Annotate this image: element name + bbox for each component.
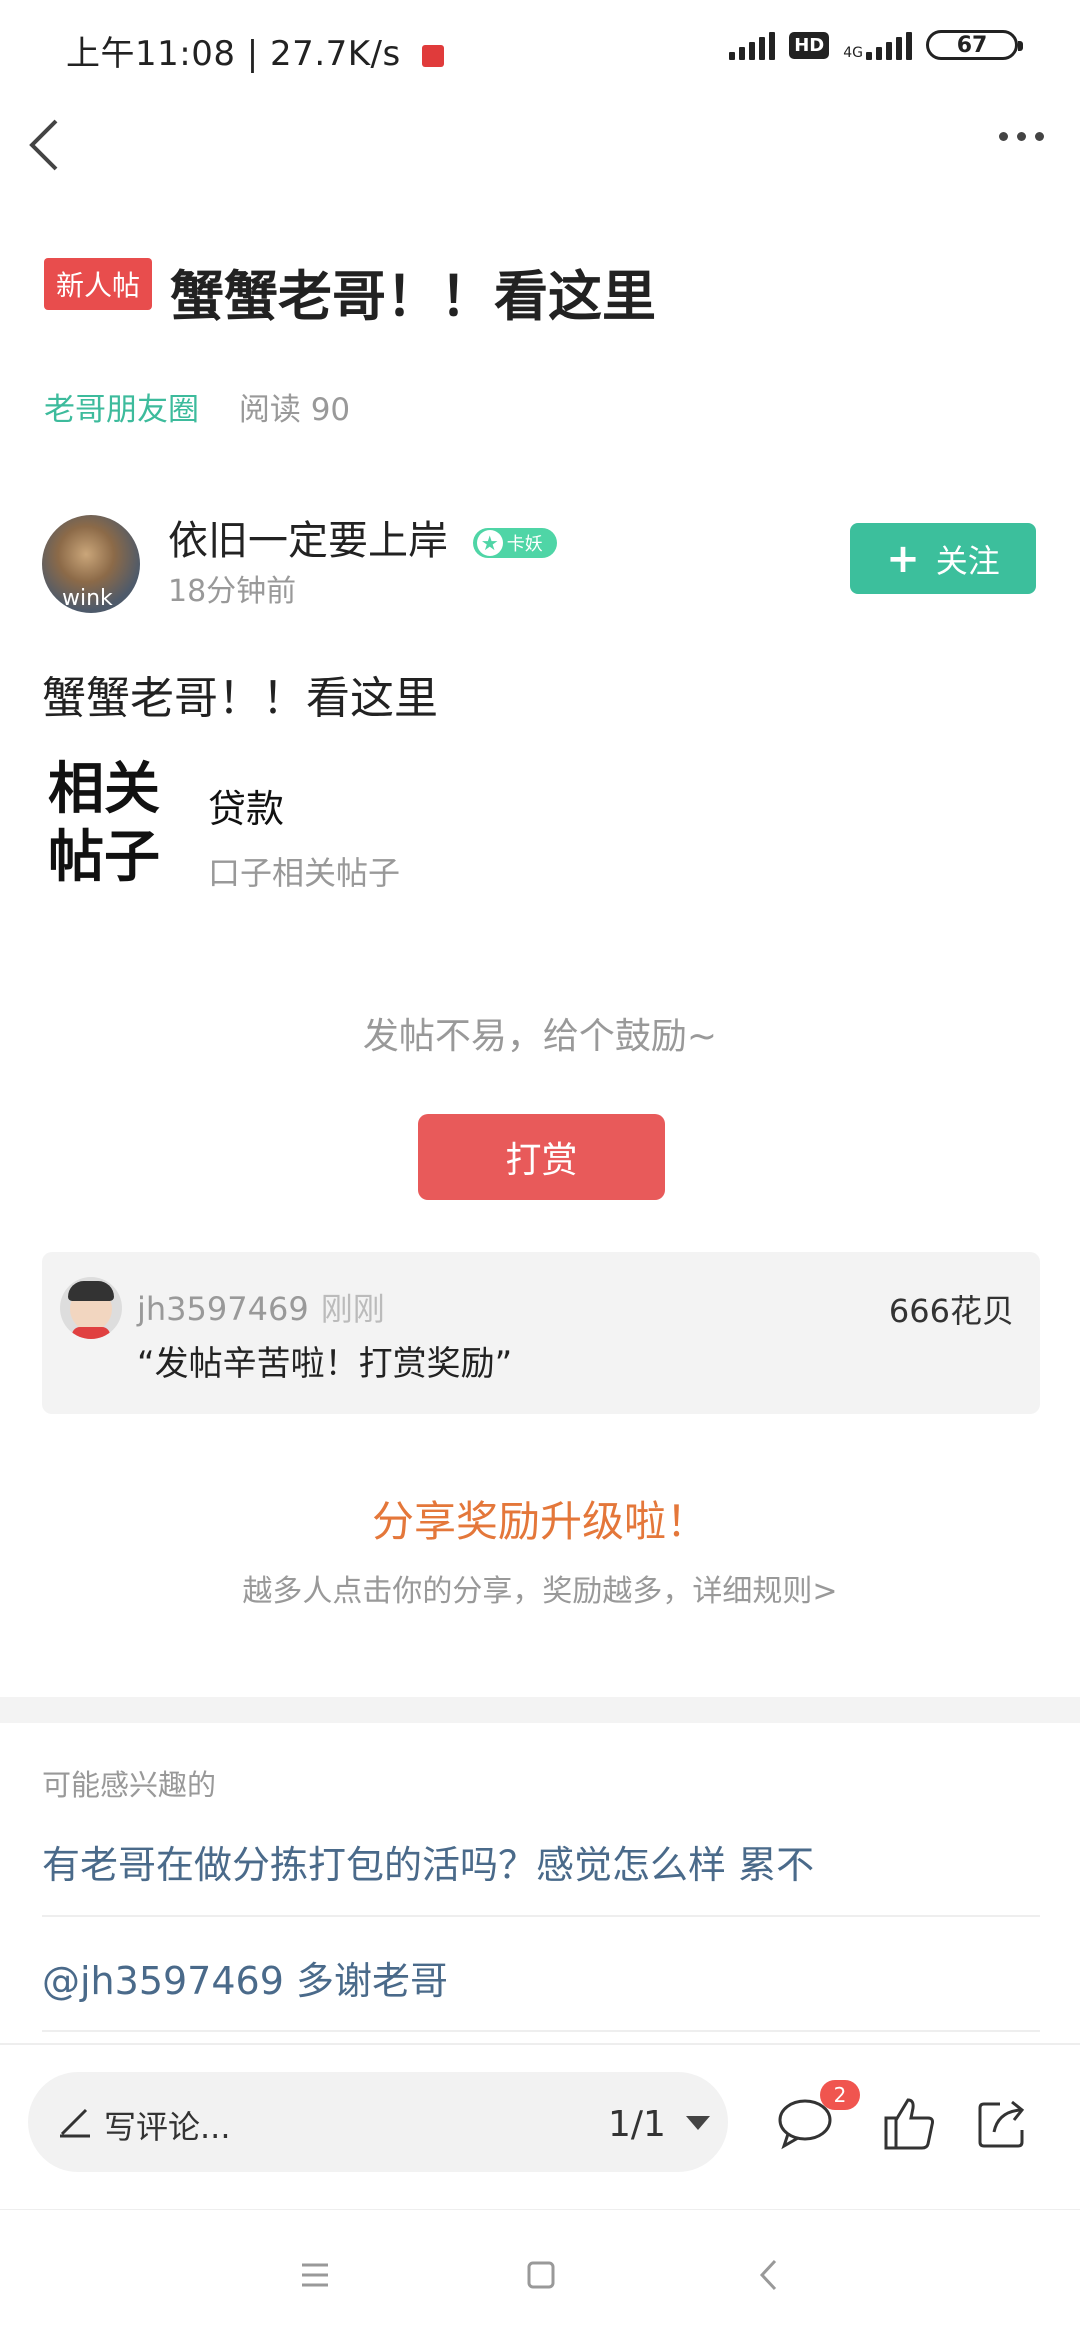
post-title: 蟹蟹老哥！！看这里 xyxy=(170,265,656,328)
menu-icon[interactable] xyxy=(300,2262,330,2288)
related-posts-logo: 相关 帖子 xyxy=(48,755,160,891)
post-time: 18分钟前 xyxy=(168,574,297,609)
back-nav-icon[interactable] xyxy=(758,2258,778,2292)
follow-button[interactable]: + 关注 xyxy=(850,523,1036,594)
signal-4g-icon: 4G xyxy=(843,30,912,60)
level-text: 卡妖 xyxy=(506,534,543,555)
reward-time: 刚刚 xyxy=(320,1290,385,1328)
reward-prompt: 发帖不易，给个鼓励~ xyxy=(362,1016,718,1057)
home-icon[interactable] xyxy=(526,2260,556,2290)
follow-label: 关注 xyxy=(935,541,1000,580)
network-type: 4G xyxy=(843,45,863,61)
post-meta: 老哥朋友圈 阅读 90 xyxy=(44,384,350,429)
reward-entry xyxy=(42,1252,1040,1414)
signal-icon xyxy=(729,30,776,60)
comment-placeholder[interactable]: 写评论... xyxy=(104,2102,231,2148)
author-avatar[interactable]: wink xyxy=(42,515,140,613)
rewarder-avatar[interactable] xyxy=(60,1277,122,1339)
notification-icon xyxy=(422,44,445,67)
chevron-left-icon xyxy=(29,119,58,171)
avatar-text: wink xyxy=(62,586,113,611)
rewarder-info: jh3597469 刚刚 xyxy=(137,1284,385,1330)
circle-link[interactable]: 老哥朋友圈 xyxy=(44,392,199,428)
related-logo-line2: 帖子 xyxy=(48,824,160,890)
rewarder-name[interactable]: jh3597469 xyxy=(137,1290,309,1328)
hd-icon: HD xyxy=(789,31,830,59)
status-indicators: HD 4G 67 xyxy=(729,30,1023,60)
more-options-button[interactable] xyxy=(999,132,1044,141)
tip-button[interactable]: 打赏 xyxy=(418,1114,665,1200)
interest-heading: 可能感兴趣的 xyxy=(42,1768,217,1802)
interest-item[interactable]: 有老哥在做分拣打包的活吗？感觉怎么样 累不 xyxy=(42,1834,814,1889)
battery-icon: 67 xyxy=(926,30,1023,60)
author-name[interactable]: 依旧一定要上岸 xyxy=(168,518,448,564)
battery-level: 67 xyxy=(956,32,988,58)
author-row: 依旧一定要上岸 ★ 卡妖 xyxy=(168,508,557,566)
status-time-speed: 上午11:08 | 27.7K/s xyxy=(66,26,445,75)
back-button[interactable] xyxy=(24,115,64,175)
list-divider xyxy=(42,1915,1040,1917)
comment-count-badge: 2 xyxy=(820,2080,860,2110)
post-body: 蟹蟹老哥！！看这里 xyxy=(42,673,438,724)
new-post-badge: 新人帖 xyxy=(44,258,153,310)
list-divider xyxy=(42,2030,1040,2032)
reward-amount: 666花贝 xyxy=(888,1292,1014,1330)
interest-item[interactable]: @jh3597469 多谢老哥 xyxy=(42,1950,448,2005)
plus-icon: + xyxy=(886,535,920,582)
share-icon[interactable] xyxy=(976,2096,1032,2150)
pencil-icon xyxy=(60,2108,90,2138)
level-badge: ★ 卡妖 xyxy=(472,528,557,558)
section-divider xyxy=(0,1697,1080,1723)
share-reward-title: 分享奖励升级啦！ xyxy=(371,1497,708,1546)
reward-message: “发帖辛苦啦！打赏奖励” xyxy=(137,1344,513,1384)
page-indicator[interactable]: 1/1 xyxy=(608,2104,666,2145)
read-count: 阅读 90 xyxy=(238,392,351,428)
page-dropdown-icon[interactable] xyxy=(686,2116,710,2130)
share-rules-link[interactable]: 越多人点击你的分享，奖励越多，详细规则> xyxy=(0,1566,1080,1610)
related-topic-link[interactable]: 贷款 xyxy=(208,778,284,833)
related-logo-line1: 相关 xyxy=(48,756,160,822)
related-topic-subtitle: 口子相关帖子 xyxy=(208,854,401,892)
thumbs-up-icon[interactable] xyxy=(880,2094,938,2152)
status-text: 上午11:08 | 27.7K/s xyxy=(66,34,401,74)
star-icon: ★ xyxy=(476,530,503,556)
